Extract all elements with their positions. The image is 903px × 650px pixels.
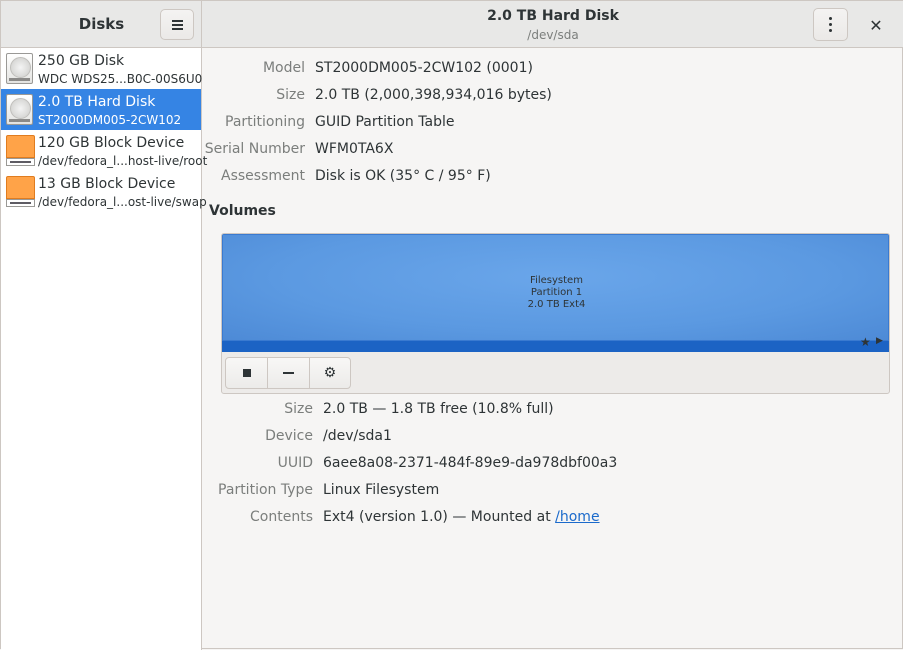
drive-item-250gb-disk[interactable]: 250 GB Disk WDC WDS25...B0C-00S6U0 [1, 48, 203, 89]
contents-text: Ext4 (version 1.0) — Mounted at [323, 509, 556, 525]
drive-model: WDC WDS25...B0C-00S6U0 [38, 72, 203, 86]
sidebar-header: Disks [1, 1, 202, 48]
app-menu-button[interactable] [160, 9, 194, 40]
partition-size-label: Size [284, 401, 313, 417]
partition-type-value: Linux Filesystem [323, 482, 440, 498]
model-label: Model [262, 60, 305, 76]
block-device-icon [6, 176, 35, 207]
disks-window: Disks 2.0 TB Hard Disk /dev/sda ✕ 250 GB… [0, 0, 903, 650]
drive-item-13gb-block-device[interactable]: 13 GB Block Device /dev/fedora_l...ost-l… [1, 171, 207, 212]
uuid-label: UUID [277, 455, 313, 471]
partition-size-value: 2.0 TB — 1.8 TB free (10.8% full) [323, 401, 554, 417]
partition-1-block[interactable]: Filesystem Partition 1 2.0 TB Ext4 [222, 234, 889, 341]
drive-name: 120 GB Block Device [38, 135, 185, 151]
drive-item-2tb-hard-disk[interactable]: 2.0 TB Hard Disk ST2000DM005-2CW102 [1, 89, 201, 130]
drive-name: 2.0 TB Hard Disk [38, 94, 156, 110]
partitioning-label: Partitioning [225, 114, 305, 130]
drive-item-120gb-block-device[interactable]: 120 GB Block Device /dev/fedora_l...host… [1, 130, 207, 171]
close-window-button[interactable]: ✕ [862, 11, 890, 39]
partition-name-text: Partition 1 [530, 287, 583, 298]
device-label: Device [265, 428, 313, 444]
contents-label: Contents [250, 509, 313, 525]
hard-disk-icon [6, 94, 35, 125]
play-icon: ▶ [876, 336, 883, 346]
device-value: /dev/sda1 [323, 428, 392, 444]
close-icon: ✕ [869, 15, 883, 35]
assessment-label: Assessment [221, 168, 305, 184]
drive-path: /dev/fedora_l...host-live/root [38, 154, 208, 168]
hard-disk-icon [6, 53, 35, 84]
vertical-dots-icon [829, 17, 832, 32]
model-value: ST2000DM005-2CW102 (0001) [315, 60, 533, 76]
hamburger-menu-icon [171, 20, 183, 30]
volume-map: Filesystem Partition 1 2.0 TB Ext4 ★ ▶ ⚙ [221, 233, 890, 394]
partition-type-text: Filesystem [530, 275, 583, 286]
serial-number-label: Serial Number [204, 141, 305, 157]
partition-size-text: 2.0 TB Ext4 [527, 299, 586, 310]
mount-point-link[interactable]: /home [555, 509, 599, 525]
volumes-heading: Volumes [209, 203, 276, 219]
gears-icon: ⚙ [323, 365, 337, 381]
size-value: 2.0 TB (2,000,398,934,016 bytes) [315, 87, 552, 103]
block-device-icon [6, 135, 35, 166]
size-label: Size [276, 87, 305, 103]
partition-type-label: Partition Type [218, 482, 313, 498]
drive-model: ST2000DM005-2CW102 [38, 113, 182, 127]
drive-options-button[interactable] [813, 8, 848, 41]
minus-icon [283, 372, 294, 374]
drive-path: /dev/fedora_l...ost-live/swap [38, 195, 207, 209]
main-header: 2.0 TB Hard Disk /dev/sda ✕ [202, 1, 903, 48]
disk-title: 2.0 TB Hard Disk [487, 8, 619, 24]
stop-icon [242, 369, 251, 377]
partition-options-button[interactable]: ⚙ [308, 358, 350, 388]
delete-partition-button[interactable] [267, 358, 308, 388]
serial-number-value: WFM0TA6X [315, 141, 394, 157]
assessment-value: Disk is OK (35° C / 95° F) [315, 168, 491, 184]
star-icon: ★ [860, 335, 871, 349]
volume-toolbar: ⚙ [225, 357, 351, 389]
disk-details: Model ST2000DM005-2CW102 (0001) Size 2.0… [202, 48, 903, 650]
disk-device-path: /dev/sda [527, 28, 579, 42]
uuid-value: 6aee8a08-2371-484f-89e9-da978dbf00a3 [323, 455, 618, 471]
drive-name: 13 GB Block Device [38, 176, 176, 192]
unmount-button[interactable] [226, 358, 267, 388]
drive-name: 250 GB Disk [38, 53, 125, 69]
contents-value: Ext4 (version 1.0) — Mounted at /home [323, 509, 600, 525]
partition-usage-bar [222, 341, 889, 352]
partitioning-value: GUID Partition Table [315, 114, 455, 130]
drive-list: 250 GB Disk WDC WDS25...B0C-00S6U0 2.0 T… [1, 48, 207, 650]
